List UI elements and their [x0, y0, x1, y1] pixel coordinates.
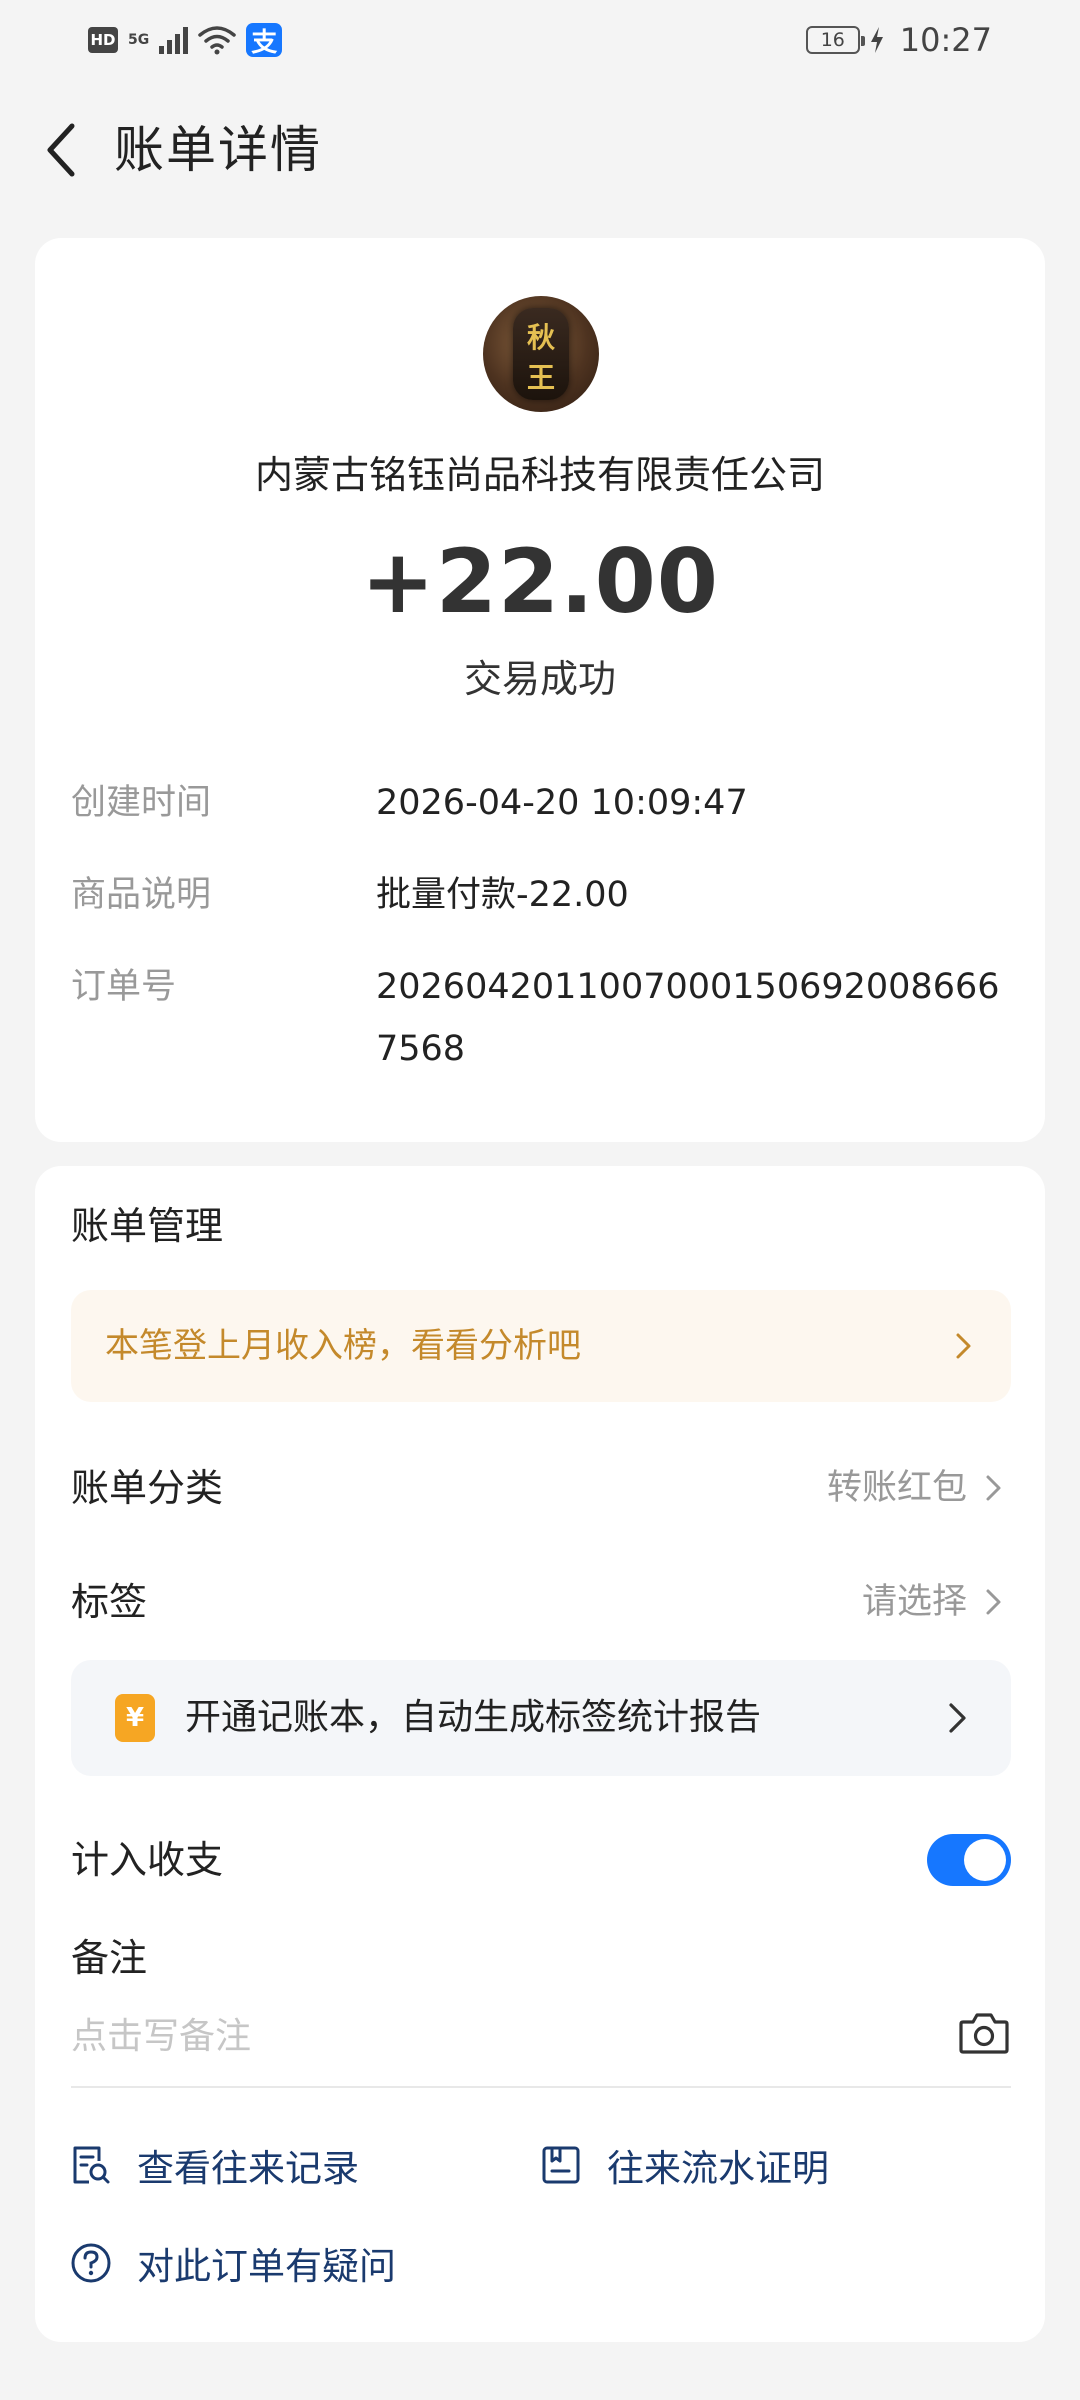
bill-category-row[interactable]: 账单分类 转账红包: [71, 1448, 1011, 1528]
category-value: 转账红包: [826, 1468, 967, 1508]
chevron-right-icon: [949, 1703, 966, 1733]
status-bar: HD 5G 支 16 10:27: [0, 0, 1080, 80]
avatar-char-2: 王: [526, 361, 555, 394]
battery-icon: 16: [805, 26, 865, 54]
remark-input[interactable]: [71, 2000, 921, 2072]
tag-value: 请选择: [861, 1582, 967, 1622]
charging-icon: [870, 27, 883, 53]
back-button[interactable]: [30, 118, 94, 182]
row-label: 标签: [71, 1580, 148, 1624]
open-notebook-banner[interactable]: ¥ 开通记账本，自动生成标签统计报告: [71, 1660, 1011, 1776]
detail-value: 批量付款-22.00: [376, 875, 629, 915]
page-header: 账单详情: [0, 100, 1080, 200]
detail-label: 创建时间: [71, 783, 212, 823]
merchant-avatar: 秋 王: [483, 296, 599, 412]
banner-text: 本笔登上月收入榜，看看分析吧: [105, 1326, 581, 1366]
network-type: 5G: [128, 32, 150, 48]
trade-status: 交易成功: [463, 657, 616, 701]
bill-manage-card: 账单管理 本笔登上月收入榜，看看分析吧 账单分类 转账红包 标签 请选择 ¥ 开…: [35, 1166, 1045, 2342]
view-records-link[interactable]: 查看往来记录: [69, 2130, 359, 2200]
link-label: 查看往来记录: [137, 2147, 359, 2190]
detail-label: 订单号: [71, 967, 177, 1007]
avatar-char-1: 秋: [526, 321, 555, 354]
row-label: 计入收支: [71, 1838, 224, 1882]
include-in-stats-toggle[interactable]: [927, 1834, 1011, 1886]
status-left: HD 5G 支: [88, 20, 283, 60]
toggle-knob: [964, 1839, 1006, 1881]
wifi-icon: [198, 26, 236, 55]
row-label: 账单分类: [71, 1466, 224, 1510]
merchant-name: 内蒙古铭钰尚品科技有限责任公司: [254, 453, 825, 497]
alipay-notification-icon: 支: [246, 23, 283, 58]
order-question-link[interactable]: 对此订单有疑问: [69, 2228, 396, 2298]
clock: 10:27: [899, 21, 992, 59]
income-ranking-banner[interactable]: 本笔登上月收入榜，看看分析吧: [71, 1290, 1011, 1402]
tag-row[interactable]: 标签 请选择: [71, 1562, 1011, 1642]
chevron-right-icon: [986, 1589, 1001, 1615]
chevron-right-icon: [986, 1475, 1001, 1501]
remark-label: 备注: [71, 1936, 148, 1980]
remark-divider: [71, 2086, 1011, 2088]
link-label: 往来流水证明: [607, 2147, 829, 2190]
bill-amount: +22.00: [360, 530, 720, 633]
yuan-notebook-icon: ¥: [115, 1694, 155, 1742]
back-arrow-icon: [47, 123, 75, 177]
section-title: 账单管理: [71, 1204, 224, 1248]
question-circle-icon: [69, 2241, 113, 2285]
include-in-stats-row: 计入收支: [71, 1820, 1011, 1900]
page-title: 账单详情: [114, 121, 322, 179]
signal-icon: [159, 26, 189, 54]
order-number-value[interactable]: 20260420110070001506920086667568: [376, 956, 1016, 1080]
status-right: 16 10:27: [805, 18, 992, 62]
chevron-right-icon: [956, 1333, 971, 1359]
hd-icon: HD: [88, 27, 118, 53]
detail-value: 2026-04-20 10:09:47: [376, 783, 748, 823]
banner-text: 开通记账本，自动生成标签统计报告: [185, 1697, 762, 1738]
link-label: 对此订单有疑问: [137, 2245, 396, 2288]
bill-summary-card: 秋 王 内蒙古铭钰尚品科技有限责任公司 +22.00 交易成功 创建时间 202…: [35, 238, 1045, 1142]
records-search-icon: [69, 2143, 113, 2187]
avatar-seal: 秋 王: [513, 308, 569, 400]
detail-label: 商品说明: [71, 875, 212, 915]
transaction-proof-link[interactable]: 往来流水证明: [539, 2130, 829, 2200]
document-proof-icon: [539, 2143, 583, 2187]
camera-icon[interactable]: [957, 2006, 1011, 2060]
